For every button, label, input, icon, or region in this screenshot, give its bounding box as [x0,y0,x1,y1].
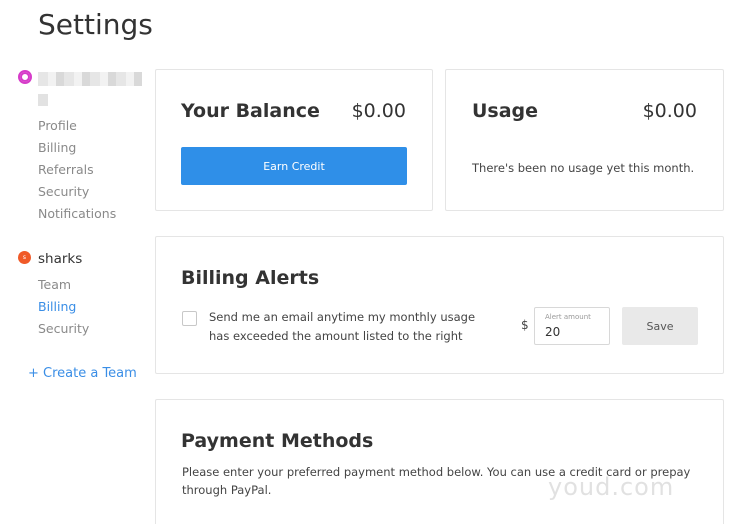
team-badge-icon: s [18,251,31,264]
alert-amount-value[interactable]: 20 [545,325,560,339]
alert-description: Send me an email anytime my monthly usag… [209,310,476,343]
sidebar-item-billing[interactable]: Billing [38,140,76,155]
sidebar-item-security[interactable]: Security [38,184,89,199]
sidebar-item-team[interactable]: Team [38,277,71,292]
billing-alerts-card: Billing Alerts Send me an email anytime … [155,236,724,374]
balance-card: Your Balance $0.00 Earn Credit [155,69,433,211]
user-avatar-icon [18,70,32,84]
billing-alerts-heading: Billing Alerts [181,267,320,289]
sidebar-item-notifications[interactable]: Notifications [38,206,116,221]
payment-methods-card: Payment Methods Please enter your prefer… [155,399,724,524]
settings-sidebar: Profile Billing Referrals Security Notif… [0,0,150,524]
alert-email-checkbox[interactable] [182,311,197,326]
sidebar-item-team-security[interactable]: Security [38,321,89,336]
team-name[interactable]: sharks [38,251,82,267]
blurred-username-2 [38,94,48,106]
usage-card: Usage $0.00 There's been no usage yet th… [445,69,724,211]
currency-symbol: $ [521,318,529,332]
sidebar-item-team-billing[interactable]: Billing [38,299,76,314]
balance-amount: $0.00 [351,100,406,122]
usage-message: There's been no usage yet this month. [472,161,695,175]
earn-credit-button[interactable]: Earn Credit [181,147,407,185]
sidebar-item-profile[interactable]: Profile [38,118,77,133]
blurred-username [38,72,142,86]
create-team-link[interactable]: + Create a Team [28,366,137,381]
usage-amount: $0.00 [642,100,697,122]
alert-amount-field[interactable]: Alert amount 20 [534,307,610,345]
payment-methods-heading: Payment Methods [181,430,374,452]
balance-heading: Your Balance [181,100,320,122]
watermark: youd.com [548,473,675,501]
usage-heading: Usage [472,100,539,122]
alert-amount-label: Alert amount [545,313,591,321]
sidebar-item-referrals[interactable]: Referrals [38,162,94,177]
save-button[interactable]: Save [622,307,698,345]
